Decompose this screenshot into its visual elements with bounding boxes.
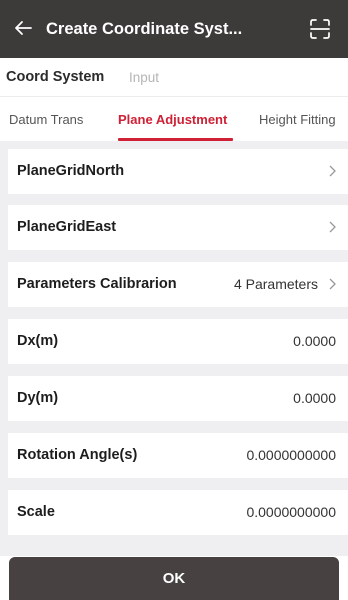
row-plane-grid-east[interactable]: PlaneGridEast	[8, 205, 348, 250]
tab-coord-system[interactable]: Coord System	[6, 69, 104, 85]
row-scale[interactable]: Scale 0.0000000000	[8, 490, 348, 535]
scan-button[interactable]	[308, 17, 332, 41]
scale-value[interactable]: 0.0000000000	[246, 490, 336, 535]
sub-tabs: Datum Trans Plane Adjustment Height Fitt…	[0, 97, 348, 141]
tab-input[interactable]: Input	[129, 70, 159, 85]
chevron-right-icon	[329, 165, 336, 177]
row-label: Rotation Angle(s)	[17, 447, 138, 463]
chevron-right-icon	[329, 278, 336, 290]
row-label: Dx(m)	[17, 333, 59, 349]
row-label: Parameters Calibrarion	[17, 276, 177, 292]
dx-value[interactable]: 0.0000	[293, 319, 336, 364]
row-dy[interactable]: Dy(m) 0.0000	[8, 376, 348, 421]
dy-value[interactable]: 0.0000	[293, 376, 336, 421]
ok-button[interactable]: OK	[9, 557, 339, 600]
arrow-left-icon	[15, 21, 32, 35]
row-parameters-calibration[interactable]: Parameters Calibrarion 4 Parameters	[8, 262, 348, 307]
row-value: 4 Parameters	[233, 276, 318, 292]
tab-height-fitting[interactable]: Height Fitting	[259, 112, 336, 127]
tab-plane-adjustment[interactable]: Plane Adjustment	[118, 112, 227, 127]
active-tab-indicator	[118, 138, 233, 141]
row-label: Scale	[17, 504, 55, 520]
row-dx[interactable]: Dx(m) 0.0000	[8, 319, 348, 364]
tab-datum-trans[interactable]: Datum Trans	[9, 112, 83, 127]
chevron-right-icon	[329, 221, 336, 233]
app-bar: Create Coordinate Syst...	[0, 0, 348, 58]
row-rotation-angle[interactable]: Rotation Angle(s) 0.0000000000	[8, 433, 348, 478]
row-label: PlaneGridEast	[17, 219, 117, 235]
scan-frame-icon	[310, 19, 330, 39]
rotation-value[interactable]: 0.0000000000	[246, 433, 336, 478]
top-tabs: Coord System Input	[0, 58, 348, 96]
page-title: Create Coordinate Syst...	[46, 20, 243, 38]
row-plane-grid-north[interactable]: PlaneGridNorth	[8, 149, 348, 194]
row-label: Dy(m)	[17, 390, 59, 406]
row-label: PlaneGridNorth	[17, 163, 125, 179]
back-button[interactable]	[10, 15, 36, 41]
